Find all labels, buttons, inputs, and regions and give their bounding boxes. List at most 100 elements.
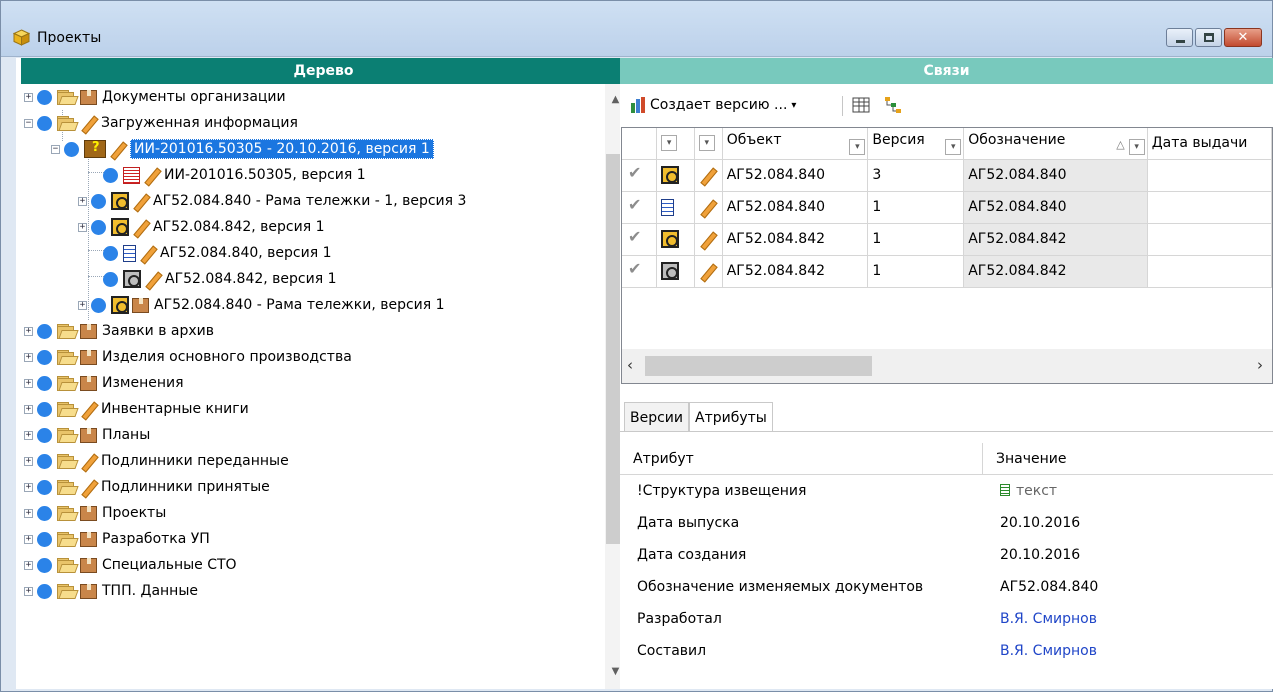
attribute-value-link[interactable]: В.Я. Смирнов (1000, 611, 1097, 627)
tree-item-frame-v3[interactable]: + АГ52.084.840 - Рама тележки - 1, верси… (78, 188, 466, 214)
collapse-icon[interactable]: − (51, 144, 60, 154)
tree-item-originals-received[interactable]: + Подлинники принятые (24, 474, 270, 500)
filter-icon[interactable]: ▾ (849, 138, 866, 155)
attribute-row[interactable]: Дата выпуска 20.10.2016 (620, 509, 1273, 541)
table-row[interactable]: АГ52.084.842 1 АГ52.084.842 (622, 255, 1272, 288)
scroll-left-icon[interactable]: ‹ (627, 356, 633, 374)
relation-type-label: Создает версию ... (650, 97, 788, 113)
tab-versions[interactable]: Версии (624, 402, 689, 432)
attribute-row[interactable]: Составил В.Я. Смирнов (620, 637, 1273, 669)
attribute-column-header[interactable]: Атрибут (633, 451, 694, 467)
scroll-right-icon[interactable]: › (1257, 356, 1263, 374)
relation-type-dropdown[interactable]: Создает версию ... ▾ (630, 96, 796, 114)
tree-item-loaded-info[interactable]: − Загруженная информация (24, 110, 298, 136)
pencil-icon (144, 272, 161, 287)
grid-horizontal-scrollbar[interactable]: ‹ › (622, 349, 1272, 383)
tree-item-inventory-books[interactable]: + Инвентарные книги (24, 396, 249, 422)
type-column-header[interactable]: ▾ (656, 128, 695, 160)
issue-date-column-header[interactable]: Дата выдачи (1147, 128, 1272, 160)
tab-attributes[interactable]: Атрибуты (689, 402, 773, 432)
checkmark-icon[interactable] (626, 163, 646, 182)
detail-icon (123, 270, 141, 288)
expand-icon[interactable]: + (24, 92, 33, 102)
folder-icon (57, 427, 79, 443)
object-column-header[interactable]: Объект ▾ (722, 128, 869, 160)
tree-item-notice-selected[interactable]: − ИИ-201016.50305 - 20.10.2016, версия 1 (51, 136, 434, 162)
attribute-row[interactable]: !Структура извещения текст (620, 477, 1273, 509)
expand-icon[interactable]: + (24, 430, 33, 440)
status-dot-icon (37, 349, 52, 365)
status-dot-icon (91, 193, 106, 209)
tree-item-originals-sent[interactable]: + Подлинники переданные (24, 448, 289, 474)
checkmark-icon[interactable] (626, 259, 646, 278)
tree-view[interactable]: + Документы организации − Загруженная ин… (21, 84, 605, 689)
expand-icon[interactable]: + (24, 404, 33, 414)
table-row[interactable]: АГ52.084.840 1 АГ52.084.840 (622, 191, 1272, 224)
value-column-header[interactable]: Значение (996, 451, 1066, 467)
expand-icon[interactable]: + (78, 300, 87, 310)
tree-item-special-sto[interactable]: + Специальные СТО (24, 552, 237, 578)
status-dot-icon (64, 141, 79, 157)
folder-icon (57, 375, 79, 391)
expand-icon[interactable]: + (24, 482, 33, 492)
maximize-icon (1204, 33, 1214, 42)
maximize-button[interactable] (1195, 28, 1222, 47)
attribute-row[interactable]: Дата создания 20.10.2016 (620, 541, 1273, 573)
expand-icon[interactable]: + (24, 378, 33, 388)
status-dot-icon (37, 401, 52, 417)
tree-item-projects[interactable]: + Проекты (24, 500, 166, 526)
expand-icon[interactable]: + (24, 534, 33, 544)
table-row[interactable]: АГ52.084.842 1 АГ52.084.842 (622, 223, 1272, 256)
close-button[interactable]: ✕ (1224, 28, 1262, 47)
folder-icon (57, 505, 79, 521)
tree-item-label: Заявки в архив (102, 323, 215, 339)
tree-item-part-842[interactable]: + АГ52.084.842, версия 1 (78, 214, 325, 240)
minimize-button[interactable] (1166, 28, 1193, 47)
expand-icon[interactable]: + (24, 352, 33, 362)
expand-icon[interactable]: + (24, 508, 33, 518)
tree-item-main-products[interactable]: + Изделия основного производства (24, 344, 352, 370)
expand-icon[interactable]: + (24, 326, 33, 336)
cube-icon (13, 29, 30, 46)
filter-icon[interactable]: ▾ (698, 135, 715, 152)
tree-view-button[interactable] (884, 96, 902, 114)
tree-item-archive-requests[interactable]: + Заявки в архив (24, 318, 214, 344)
state-column-header[interactable]: ▾ (694, 128, 723, 160)
expand-icon[interactable]: + (24, 456, 33, 466)
folder-icon (57, 583, 79, 599)
checkmark-icon[interactable] (626, 195, 646, 214)
tree-item-tpp-data[interactable]: + ТПП. Данные (24, 578, 198, 604)
expand-icon[interactable]: + (78, 222, 87, 232)
folder-icon (57, 453, 79, 469)
attribute-row[interactable]: Обозначение изменяемых документов АГ52.0… (620, 573, 1273, 605)
designation-column-header[interactable]: Обозначение ▾ △ (963, 128, 1148, 160)
tree-item-changes[interactable]: + Изменения (24, 370, 184, 396)
attribute-row[interactable]: Разработал В.Я. Смирнов (620, 605, 1273, 637)
tree-item-notice-doc[interactable]: ИИ-201016.50305, версия 1 (103, 162, 366, 188)
checkmark-icon[interactable] (626, 227, 646, 246)
issue-date-cell (1147, 191, 1272, 224)
tree-item-spec-840[interactable]: АГ52.084.840, версия 1 (103, 240, 332, 266)
tree-item-detail-842[interactable]: АГ52.084.842, версия 1 (103, 266, 337, 292)
filter-icon[interactable]: ▾ (661, 135, 678, 152)
columns-button[interactable] (852, 96, 870, 114)
scrollbar-thumb[interactable] (645, 356, 872, 376)
version-column-header[interactable]: Версия ▾ (867, 128, 965, 160)
pencil-icon (80, 454, 97, 469)
tree-item-plans[interactable]: + Планы (24, 422, 150, 448)
tree-item-frame-v1[interactable]: + АГ52.084.840 - Рама тележки, версия 1 (78, 292, 445, 318)
expand-icon[interactable]: + (78, 196, 87, 206)
tree-item-label: АГ52.084.840 - Рама тележки - 1, версия … (153, 193, 467, 209)
status-dot-icon (37, 479, 52, 495)
table-row[interactable]: АГ52.084.840 3 АГ52.084.840 (622, 159, 1272, 192)
attribute-value-link[interactable]: В.Я. Смирнов (1000, 643, 1097, 659)
filter-icon[interactable]: ▾ (1128, 138, 1145, 155)
collapse-icon[interactable]: − (24, 118, 33, 128)
filter-icon[interactable]: ▾ (945, 138, 962, 155)
expand-icon[interactable]: + (24, 560, 33, 570)
tree-item-organization-docs[interactable]: + Документы организации (24, 84, 286, 110)
tree-item-up-development[interactable]: + Разработка УП (24, 526, 210, 552)
part-icon (111, 218, 129, 236)
package-icon (80, 583, 97, 599)
expand-icon[interactable]: + (24, 586, 33, 596)
